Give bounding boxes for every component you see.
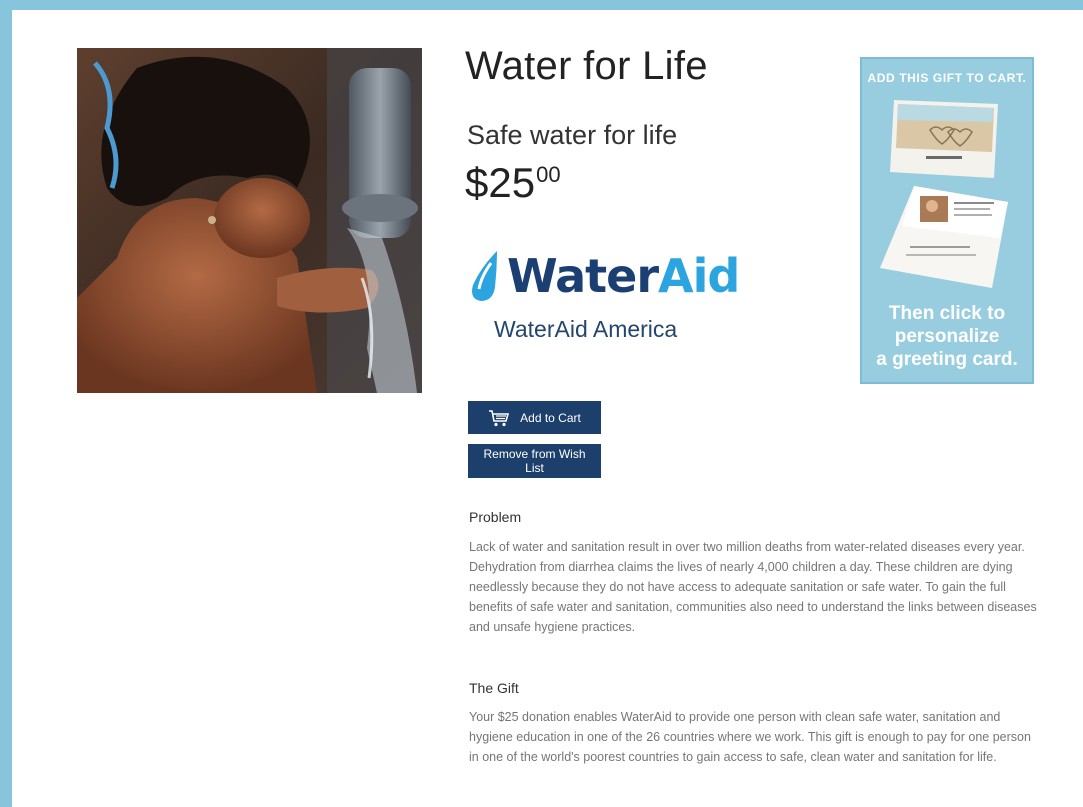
logo-wordmark: WaterAid bbox=[507, 249, 740, 303]
product-photo bbox=[77, 48, 422, 393]
wateraid-logo: WaterAid bbox=[467, 246, 740, 306]
greeting-card-promo[interactable]: ADD THIS GIFT TO CART. Then click to per… bbox=[860, 57, 1034, 384]
promo-top-text: ADD THIS GIFT TO CART. bbox=[867, 71, 1027, 85]
problem-text: Lack of water and sanitation result in o… bbox=[469, 540, 1037, 634]
product-subtitle: Safe water for life bbox=[467, 120, 678, 150]
price-dollars: $25 bbox=[465, 159, 536, 206]
gift-heading: The Gift bbox=[469, 680, 519, 696]
gift-text: Your $25 donation enables WaterAid to pr… bbox=[469, 710, 1031, 764]
price-cents: 00 bbox=[536, 162, 561, 187]
product-page: Water for Life Safe water for life $2500… bbox=[12, 10, 1083, 807]
add-to-cart-button[interactable]: Add to Cart bbox=[468, 401, 601, 434]
product-title: Water for Life bbox=[465, 44, 708, 88]
remove-from-wishlist-button[interactable]: Remove from Wish List bbox=[468, 444, 601, 478]
greeting-card-beach-image bbox=[890, 94, 1002, 187]
charity-name: WaterAid America bbox=[494, 316, 678, 342]
water-drop-icon bbox=[472, 251, 497, 301]
greeting-card-open-image bbox=[880, 184, 1010, 299]
promo-bottom-text: Then click to personalize a greeting car… bbox=[876, 303, 1018, 370]
problem-heading: Problem bbox=[469, 509, 522, 525]
add-to-cart-label: Add to Cart bbox=[520, 410, 581, 425]
shopping-cart-icon bbox=[489, 409, 510, 426]
product-price: $2500 bbox=[465, 162, 561, 204]
